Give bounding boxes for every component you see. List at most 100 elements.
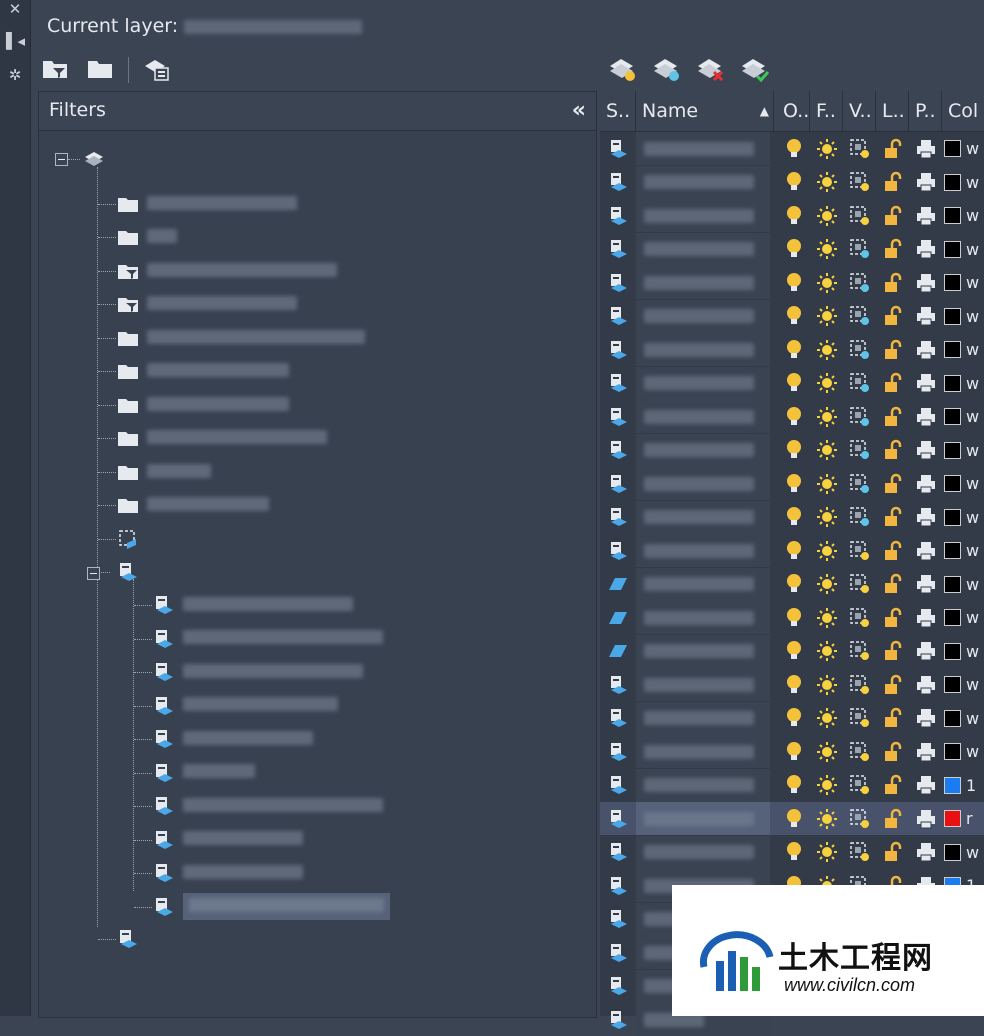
thaw-sun-icon[interactable] bbox=[810, 400, 843, 433]
color-cell[interactable]: w bbox=[944, 333, 984, 366]
filter-group[interactable] bbox=[117, 191, 297, 217]
plot-printer-icon[interactable] bbox=[909, 501, 942, 534]
plot-printer-icon[interactable] bbox=[909, 534, 942, 567]
plot-printer-icon[interactable] bbox=[909, 735, 942, 768]
thaw-sun-icon[interactable] bbox=[810, 501, 843, 534]
thaw-sun-icon[interactable] bbox=[810, 568, 843, 601]
unlock-icon[interactable] bbox=[876, 568, 909, 601]
color-cell[interactable]: w bbox=[944, 434, 984, 467]
table-row[interactable]: w bbox=[600, 299, 984, 333]
table-row[interactable]: r bbox=[600, 802, 984, 835]
layer-name[interactable] bbox=[636, 500, 770, 534]
vp-thawed-icon[interactable] bbox=[843, 836, 876, 869]
thaw-sun-icon[interactable] bbox=[810, 266, 843, 299]
table-row[interactable]: w bbox=[600, 232, 984, 266]
color-cell[interactable]: w bbox=[944, 635, 984, 668]
plot-printer-icon[interactable] bbox=[909, 769, 942, 802]
col-on[interactable]: O.. bbox=[777, 91, 810, 131]
layer-name[interactable] bbox=[636, 165, 770, 199]
color-cell[interactable]: w bbox=[944, 400, 984, 433]
thaw-sun-icon[interactable] bbox=[810, 434, 843, 467]
vp-frozen-icon[interactable] bbox=[843, 233, 876, 266]
col-lock[interactable]: L.. bbox=[876, 91, 909, 131]
thaw-sun-icon[interactable] bbox=[810, 836, 843, 869]
unlock-icon[interactable] bbox=[876, 132, 909, 165]
new-layer-icon[interactable] bbox=[607, 52, 637, 84]
layer-name[interactable] bbox=[636, 701, 770, 735]
filter-all[interactable] bbox=[83, 146, 113, 172]
plot-printer-icon[interactable] bbox=[909, 668, 942, 701]
color-cell[interactable]: w bbox=[944, 233, 984, 266]
filter-xref-overrides[interactable] bbox=[117, 926, 147, 952]
filter-group[interactable] bbox=[117, 224, 177, 250]
plot-printer-icon[interactable] bbox=[909, 434, 942, 467]
color-cell[interactable]: w bbox=[944, 836, 984, 869]
unlock-icon[interactable] bbox=[876, 400, 909, 433]
vp-thawed-icon[interactable] bbox=[843, 635, 876, 668]
col-status[interactable]: S.. bbox=[600, 91, 636, 131]
filter-xref-child[interactable] bbox=[153, 592, 353, 618]
vp-thawed-icon[interactable] bbox=[843, 802, 876, 835]
on-bulb-icon[interactable] bbox=[777, 434, 810, 467]
color-cell[interactable]: w bbox=[944, 367, 984, 400]
plot-printer-icon[interactable] bbox=[909, 132, 942, 165]
unlock-icon[interactable] bbox=[876, 199, 909, 232]
table-row[interactable]: w bbox=[600, 366, 984, 400]
filter-xref-child[interactable] bbox=[153, 659, 363, 685]
layer-states-manager-icon[interactable] bbox=[143, 56, 171, 82]
on-bulb-icon[interactable] bbox=[777, 501, 810, 534]
unlock-icon[interactable] bbox=[876, 166, 909, 199]
plot-printer-icon[interactable] bbox=[909, 266, 942, 299]
color-cell[interactable]: w bbox=[944, 501, 984, 534]
on-bulb-icon[interactable] bbox=[777, 836, 810, 869]
layer-name[interactable] bbox=[636, 601, 770, 634]
on-bulb-icon[interactable] bbox=[777, 769, 810, 802]
layer-name[interactable] bbox=[636, 634, 770, 668]
on-bulb-icon[interactable] bbox=[777, 702, 810, 735]
filter-xref-child[interactable] bbox=[153, 760, 255, 786]
thaw-sun-icon[interactable] bbox=[810, 199, 843, 232]
unlock-icon[interactable] bbox=[876, 836, 909, 869]
vp-thawed-icon[interactable] bbox=[843, 702, 876, 735]
unlock-icon[interactable] bbox=[876, 735, 909, 768]
col-freeze[interactable]: F.. bbox=[810, 91, 843, 131]
unlock-icon[interactable] bbox=[876, 266, 909, 299]
thaw-sun-icon[interactable] bbox=[810, 601, 843, 634]
plot-printer-icon[interactable] bbox=[909, 702, 942, 735]
on-bulb-icon[interactable] bbox=[777, 300, 810, 333]
table-row[interactable]: w bbox=[600, 132, 984, 165]
filter-group[interactable] bbox=[117, 291, 297, 317]
table-row[interactable]: 1 bbox=[600, 768, 984, 802]
color-cell[interactable]: w bbox=[944, 266, 984, 299]
new-property-filter-icon[interactable] bbox=[41, 56, 69, 82]
vp-frozen-icon[interactable] bbox=[843, 333, 876, 366]
filter-xref-child[interactable] bbox=[153, 726, 313, 752]
unlock-icon[interactable] bbox=[876, 501, 909, 534]
on-bulb-icon[interactable] bbox=[777, 802, 810, 835]
layer-name[interactable] bbox=[636, 433, 770, 467]
expand-all-toggle[interactable] bbox=[55, 153, 68, 166]
unlock-icon[interactable] bbox=[876, 434, 909, 467]
on-bulb-icon[interactable] bbox=[777, 534, 810, 567]
plot-printer-icon[interactable] bbox=[909, 300, 942, 333]
set-current-icon[interactable] bbox=[739, 52, 770, 84]
table-row[interactable]: w bbox=[600, 567, 984, 601]
unlock-icon[interactable] bbox=[876, 367, 909, 400]
vp-thawed-icon[interactable] bbox=[843, 735, 876, 768]
thaw-sun-icon[interactable] bbox=[810, 367, 843, 400]
on-bulb-icon[interactable] bbox=[777, 367, 810, 400]
on-bulb-icon[interactable] bbox=[777, 735, 810, 768]
table-row[interactable]: w bbox=[600, 199, 984, 232]
vp-thawed-icon[interactable] bbox=[843, 769, 876, 802]
layer-name[interactable] bbox=[636, 132, 770, 165]
table-row[interactable]: w bbox=[600, 634, 984, 668]
unlock-icon[interactable] bbox=[876, 333, 909, 366]
on-bulb-icon[interactable] bbox=[777, 467, 810, 500]
col-name[interactable]: Name ▲ bbox=[636, 91, 774, 131]
layer-name[interactable] bbox=[636, 366, 770, 400]
plot-printer-icon[interactable] bbox=[909, 802, 942, 835]
table-row[interactable]: w bbox=[600, 400, 984, 433]
layer-name[interactable] bbox=[636, 199, 770, 232]
expand-xref-toggle[interactable] bbox=[87, 567, 100, 580]
unlock-icon[interactable] bbox=[876, 300, 909, 333]
